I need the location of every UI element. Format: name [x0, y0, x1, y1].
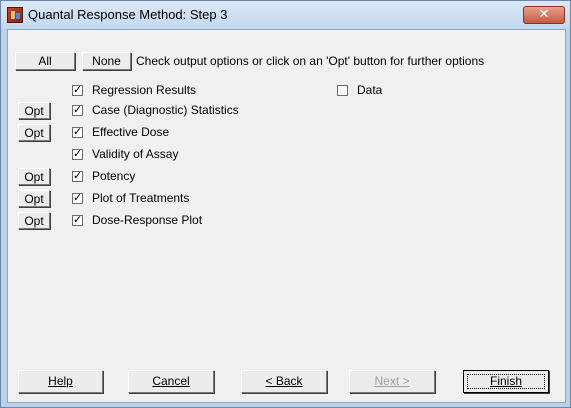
checkbox-regression-results[interactable]	[72, 83, 83, 96]
back-button-label: < Back	[265, 374, 303, 388]
all-button[interactable]: All	[15, 52, 75, 70]
app-icon	[7, 7, 23, 23]
next-button-label: Next >	[374, 374, 410, 388]
label-regression-results: Regression Results	[92, 83, 197, 97]
none-button[interactable]: None	[82, 52, 131, 70]
focus-rectangle	[467, 374, 545, 389]
dialog-window: Quantal Response Method: Step 3 ✕ All No…	[0, 0, 571, 408]
checkbox-dose-response-plot[interactable]	[72, 213, 83, 226]
opt-button-potency[interactable]: Opt	[18, 168, 50, 185]
dialog-client-area: All None Check output options or click o…	[7, 29, 566, 403]
label-data: Data	[357, 83, 383, 97]
label-dose-response-plot: Dose-Response Plot	[92, 213, 203, 227]
opt-button-effective-dose[interactable]: Opt	[18, 124, 50, 141]
checkbox-case-statistics[interactable]	[72, 103, 83, 116]
window-title: Quantal Response Method: Step 3	[28, 7, 228, 22]
label-case-statistics: Case (Diagnostic) Statistics	[92, 103, 239, 117]
help-button[interactable]: Help	[18, 370, 103, 393]
opt-button-dose-response-plot[interactable]: Opt	[18, 212, 50, 229]
back-button[interactable]: < Back	[241, 370, 327, 393]
label-validity-of-assay: Validity of Assay	[92, 147, 179, 161]
label-effective-dose: Effective Dose	[92, 125, 170, 139]
opt-button-plot-of-treatments[interactable]: Opt	[18, 190, 50, 207]
next-button[interactable]: Next >	[349, 370, 435, 393]
help-button-label: Help	[48, 374, 73, 388]
label-plot-of-treatments: Plot of Treatments	[92, 191, 190, 205]
title-bar: Quantal Response Method: Step 3 ✕	[1, 1, 570, 29]
checkbox-plot-of-treatments[interactable]	[72, 191, 83, 204]
checkbox-effective-dose[interactable]	[72, 125, 83, 138]
instruction-text: Check output options or click on an 'Opt…	[136, 54, 485, 68]
checkbox-validity-of-assay[interactable]	[72, 147, 83, 160]
checkbox-data[interactable]	[337, 85, 348, 96]
checkbox-potency[interactable]	[72, 169, 83, 182]
cancel-button[interactable]: Cancel	[128, 370, 214, 393]
finish-button[interactable]: Finish	[463, 370, 549, 393]
cancel-button-label: Cancel	[152, 374, 190, 388]
opt-button-case-statistics[interactable]: Opt	[18, 102, 50, 119]
close-button[interactable]: ✕	[523, 6, 565, 24]
label-potency: Potency	[92, 169, 136, 183]
